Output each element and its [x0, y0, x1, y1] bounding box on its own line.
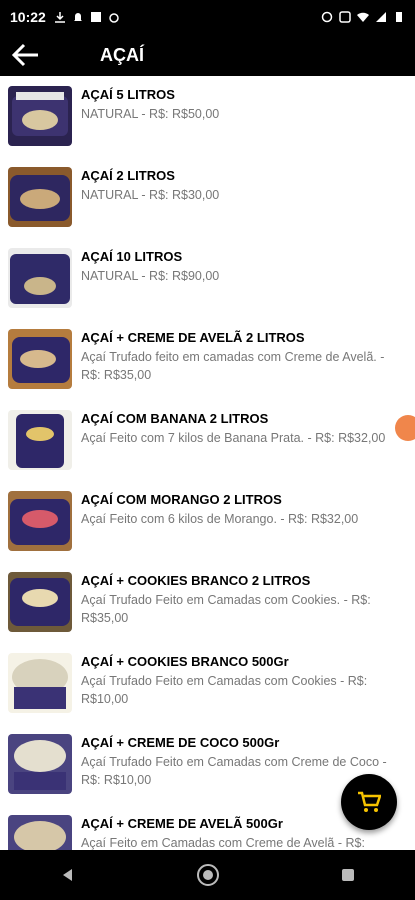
product-name: AÇAÍ 5 LITROS — [81, 87, 175, 102]
product-thumbnail — [8, 167, 72, 227]
product-thumbnail — [8, 86, 72, 146]
product-thumbnail — [8, 734, 72, 794]
status-bar: 10:22 — [0, 0, 415, 34]
back-nav-icon[interactable] — [60, 867, 76, 883]
app-icon — [90, 12, 101, 22]
product-name: AÇAÍ 10 LITROS — [81, 249, 183, 264]
cart-icon — [358, 791, 381, 812]
product-name: AÇAÍ 2 LITROS — [81, 168, 175, 183]
list-item[interactable]: AÇAÍ + COOKIES BRANCO 2 LITROS Açaí Trufa… — [0, 562, 415, 643]
download-icon — [54, 12, 65, 23]
product-description: Açaí Trufado feito em camadas com Creme … — [81, 350, 385, 382]
status-time: 10:22 — [10, 9, 46, 25]
product-name: AÇAÍ + COOKIES BRANCO 500Gr — [81, 654, 289, 669]
system-icons — [321, 11, 405, 23]
list-item[interactable]: AÇAÍ COM BANANA 2 LITROS Açaí Feito com 7… — [0, 400, 415, 481]
product-description: Açaí Feito com 7 kilos de Banana Prata. … — [81, 431, 386, 445]
battery-icon — [396, 12, 402, 22]
arrow-left-icon — [11, 43, 38, 67]
list-item[interactable]: AÇAÍ + CREME DE AVELÃ 2 LITROS Açaí Trufa… — [0, 319, 415, 400]
product-name: AÇAÍ COM BANANA 2 LITROS — [81, 411, 269, 426]
product-thumbnail — [8, 410, 72, 470]
product-name: AÇAÍ + CREME DE AVELÃ 2 LITROS — [81, 330, 305, 345]
floating-video-badge[interactable] — [395, 415, 415, 441]
product-thumbnail — [8, 491, 72, 551]
back-button[interactable] — [0, 34, 50, 76]
recents-nav-icon[interactable] — [340, 867, 356, 883]
system-nav-bar — [0, 850, 415, 900]
product-description: NATURAL - R$: R$50,00 — [81, 107, 220, 121]
cart-button[interactable] — [341, 774, 397, 830]
product-description: Açaí Feito com 6 kilos de Morango. - R$:… — [81, 512, 359, 526]
robot-icon — [109, 13, 119, 23]
product-description: Açaí Trufado Feito em Camadas com Cookie… — [81, 674, 368, 706]
app-bar: AÇAÍ — [0, 34, 415, 76]
list-item[interactable]: AÇAÍ 5 LITROS NATURAL - R$: R$50,00 — [0, 76, 415, 157]
list-item[interactable]: AÇAÍ 10 LITROS NATURAL - R$: R$90,00 — [0, 238, 415, 319]
product-name: AÇAÍ COM MORANGO 2 LITROS — [81, 492, 282, 507]
notification-icons — [54, 11, 120, 23]
product-list[interactable]: AÇAÍ 5 LITROS NATURAL - R$: R$50,00 AÇAÍ … — [0, 76, 415, 850]
product-description: Açaí Feito em Camadas com Creme de Avelã… — [81, 836, 365, 850]
bell-icon — [73, 13, 82, 21]
product-thumbnail — [8, 572, 72, 632]
product-thumbnail — [8, 815, 72, 850]
list-item[interactable]: AÇAÍ COM MORANGO 2 LITROS Açaí Feito com … — [0, 481, 415, 562]
list-item[interactable]: AÇAÍ 2 LITROS NATURAL - R$: R$30,00 — [0, 157, 415, 238]
product-thumbnail — [8, 248, 72, 308]
home-nav-icon[interactable] — [195, 862, 221, 888]
product-name: AÇAÍ + CREME DE COCO 500Gr — [81, 735, 280, 750]
product-thumbnail — [8, 329, 72, 389]
product-thumbnail — [8, 653, 72, 713]
nfc-icon — [339, 11, 351, 23]
wifi-icon — [357, 12, 369, 22]
product-name: AÇAÍ + COOKIES BRANCO 2 LITROS — [81, 573, 311, 588]
alarm-icon — [321, 11, 333, 23]
product-description: NATURAL - R$: R$30,00 — [81, 188, 220, 202]
product-description: NATURAL - R$: R$90,00 — [81, 269, 220, 283]
list-item[interactable]: AÇAÍ + COOKIES BRANCO 500Gr Açaí Trufado … — [0, 643, 415, 724]
product-description: Açaí Trufado Feito em Camadas com Cookie… — [81, 593, 371, 625]
page-title: AÇAÍ — [100, 44, 144, 65]
signal-icon — [376, 12, 386, 22]
